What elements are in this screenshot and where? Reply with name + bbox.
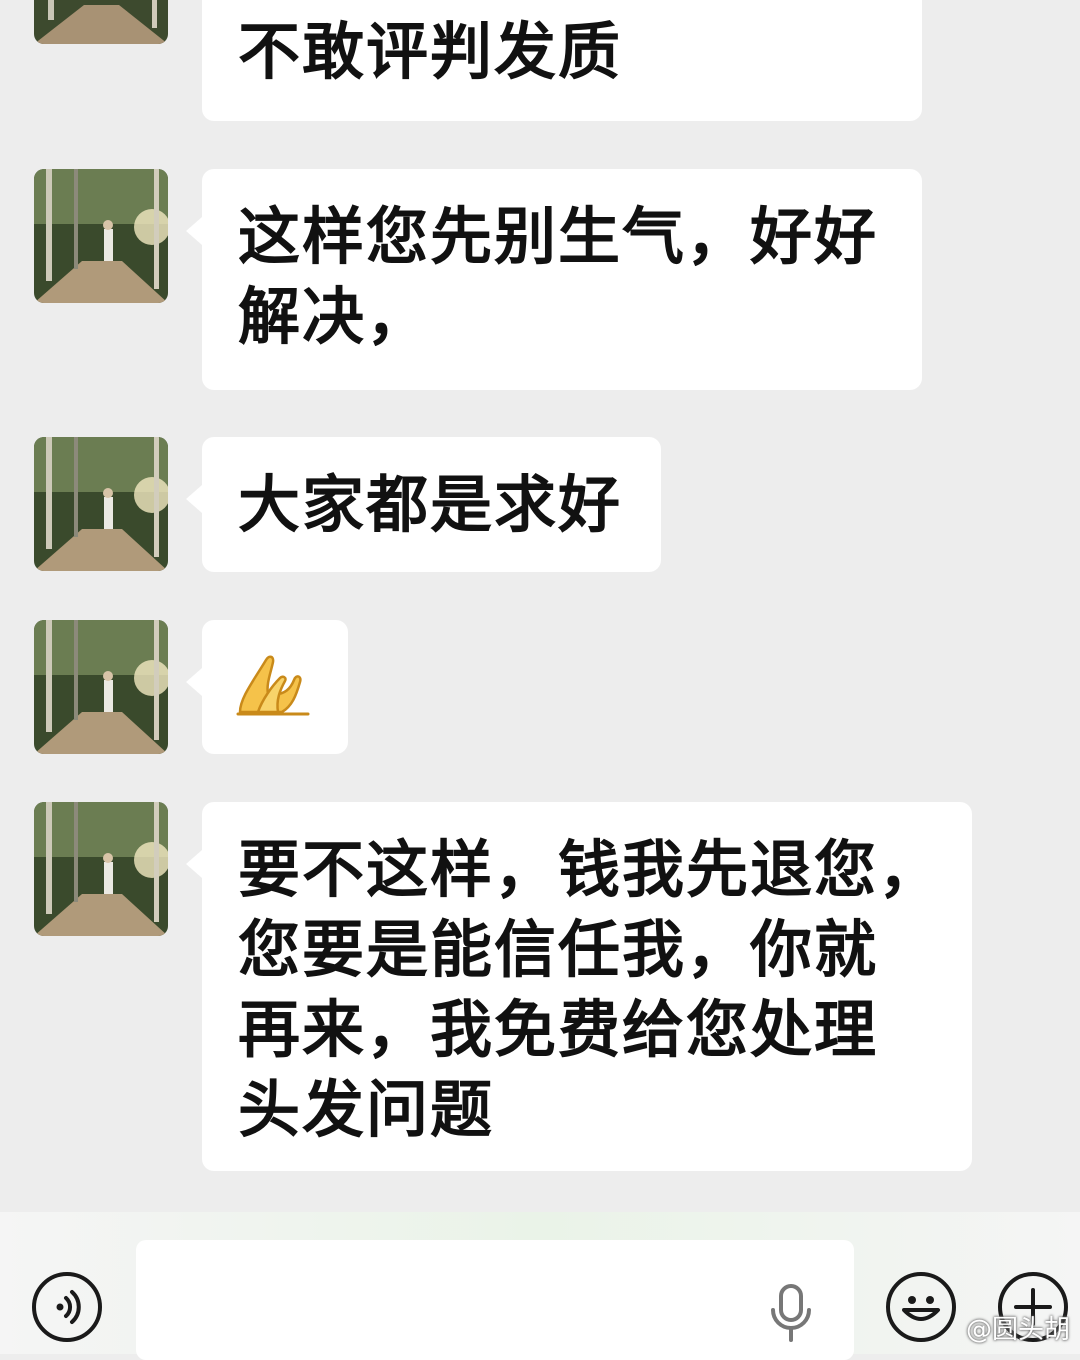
avatar-image	[34, 802, 168, 936]
voice-toggle-icon	[56, 1290, 81, 1324]
contact-avatar[interactable]	[34, 437, 168, 571]
input-bar: @圆头胡	[0, 1212, 1080, 1360]
avatar-image	[34, 0, 168, 44]
contact-avatar[interactable]	[34, 169, 168, 303]
message-text: 这样您先别生气，好好	[238, 200, 879, 273]
avatar-image	[34, 620, 168, 754]
message-bubble[interactable]: 不敢评判发质	[202, 0, 922, 121]
smiley-icon	[902, 1296, 940, 1321]
chat-history[interactable]: 不敢评判发质 这样您先别生气，好好 解决， 大家都是求好 要不这样，钱我先退您，…	[0, 0, 1080, 1212]
contact-avatar[interactable]	[34, 620, 168, 754]
message-bubble[interactable]: 大家都是求好	[186, 437, 661, 572]
message-text: 头发问题	[238, 1073, 495, 1146]
message-text: 大家都是求好	[238, 468, 623, 541]
message-text: 要不这样，钱我先退您，	[238, 833, 943, 906]
message-bubble[interactable]: 要不这样，钱我先退您， 您要是能信任我，你就 再来，我免费给您处理 头发问题	[186, 802, 972, 1171]
avatar-image	[34, 169, 168, 303]
message-bubble[interactable]: 这样您先别生气，好好 解决，	[186, 169, 922, 390]
avatar-image	[34, 437, 168, 571]
folded-hands-emoji-icon	[236, 655, 310, 716]
emoji-button[interactable]	[886, 1272, 956, 1342]
message-text: 再来，我免费给您处理	[238, 993, 879, 1066]
message-input[interactable]	[136, 1240, 854, 1360]
message-bubble[interactable]	[186, 620, 348, 754]
watermark: @圆头胡	[965, 1315, 1070, 1345]
contact-avatar[interactable]	[34, 802, 168, 936]
voice-toggle-button[interactable]	[32, 1272, 102, 1342]
microphone-icon[interactable]	[768, 1284, 814, 1342]
message-text: 解决，	[238, 280, 431, 353]
message-text: 不敢评判发质	[238, 15, 623, 88]
message-text: 您要是能信任我，你就	[238, 913, 879, 986]
contact-avatar[interactable]	[34, 0, 168, 44]
